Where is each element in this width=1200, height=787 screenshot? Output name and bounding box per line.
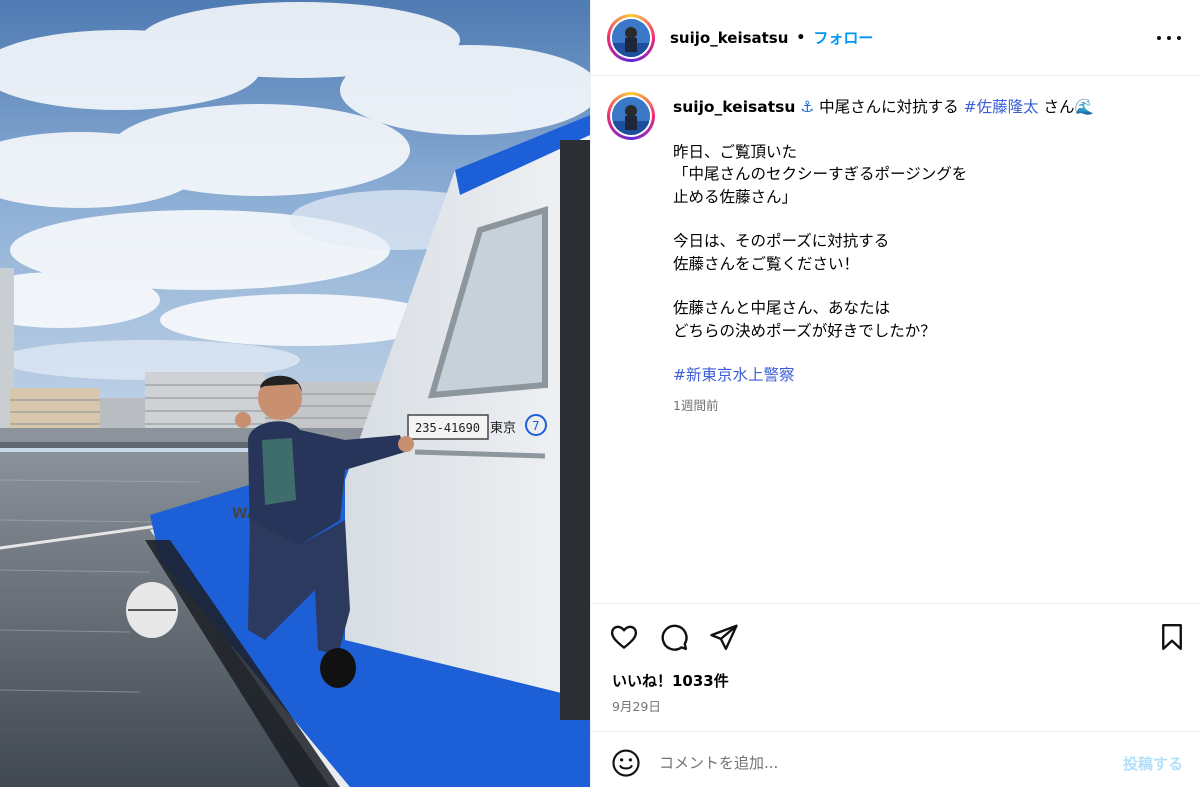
avatar — [612, 18, 650, 57]
caption-text: suijo_keisatsu ⚓ 中尾さんに対抗する #佐藤隆太 さん🌊 昨日、… — [673, 96, 1173, 417]
caption-username[interactable]: suijo_keisatsu — [673, 98, 795, 116]
caption-line: 佐藤さんと中尾さん、あなたは — [673, 299, 891, 317]
more-options-icon[interactable] — [1157, 26, 1181, 50]
post-comment-button[interactable]: 投稿する — [1123, 753, 1183, 774]
hashtag-link[interactable]: #新東京水上警察 — [673, 364, 1173, 387]
caption-avatar-ring[interactable] — [607, 92, 655, 140]
post-sidebar: suijo_keisatsu • フォロー suijo_keisatsu ⚓ 中… — [590, 0, 1200, 787]
heart-icon[interactable] — [609, 622, 639, 652]
caption-first-suffix: さん — [1043, 98, 1075, 116]
follow-button[interactable]: フォロー — [813, 27, 873, 48]
post-time-ago[interactable]: 1週間前 — [673, 395, 1173, 418]
post-photo[interactable]: 235-41690 東京 7 WA — [0, 0, 590, 787]
caption-first-text: 中尾さんに対抗する — [819, 98, 959, 116]
caption-line: 止める佐藤さん」 — [673, 187, 798, 206]
header-separator: • — [796, 29, 806, 46]
comment-bar: 投稿する — [591, 731, 1200, 787]
anchor-emoji: ⚓ — [800, 98, 815, 116]
plate-city: 東京 — [490, 420, 516, 436]
action-bar — [591, 603, 1200, 661]
post-caption: suijo_keisatsu ⚓ 中尾さんに対抗する #佐藤隆太 さん🌊 昨日、… — [607, 92, 1187, 592]
plate-badge: 7 — [532, 419, 540, 433]
plate-number: 235-41690 — [415, 421, 480, 435]
caption-first-line: suijo_keisatsu ⚓ 中尾さんに対抗する #佐藤隆太 さん🌊 — [673, 96, 1173, 119]
author-avatar-ring[interactable] — [607, 13, 655, 62]
hashtag-link[interactable]: #佐藤隆太 — [964, 98, 1039, 116]
caption-line: 昨日、ご覧頂いた — [673, 142, 798, 161]
caption-line: どちらの決めポーズが好きでしたか？ — [673, 321, 936, 340]
post-header: suijo_keisatsu • フォロー — [591, 0, 1200, 76]
caption-line: 佐藤さんをご覧ください！ — [673, 254, 860, 273]
caption-line: 今日は、そのポーズに対抗する — [673, 232, 890, 250]
wave-emoji: 🌊 — [1074, 98, 1094, 116]
photo-scene: 235-41690 東京 7 WA — [0, 0, 590, 787]
share-icon[interactable] — [709, 622, 739, 652]
post-date[interactable]: 9月29日 — [612, 696, 661, 715]
author-username[interactable]: suijo_keisatsu — [670, 29, 788, 47]
comment-input[interactable] — [659, 747, 1099, 779]
comment-icon[interactable] — [659, 622, 689, 652]
bookmark-icon[interactable] — [1157, 622, 1187, 652]
like-count[interactable]: いいね！1033件 — [612, 670, 729, 691]
avatar — [612, 97, 650, 135]
emoji-icon[interactable] — [611, 748, 641, 778]
caption-line: 「中尾さんのセクシーすぎるポージングを — [673, 165, 968, 183]
